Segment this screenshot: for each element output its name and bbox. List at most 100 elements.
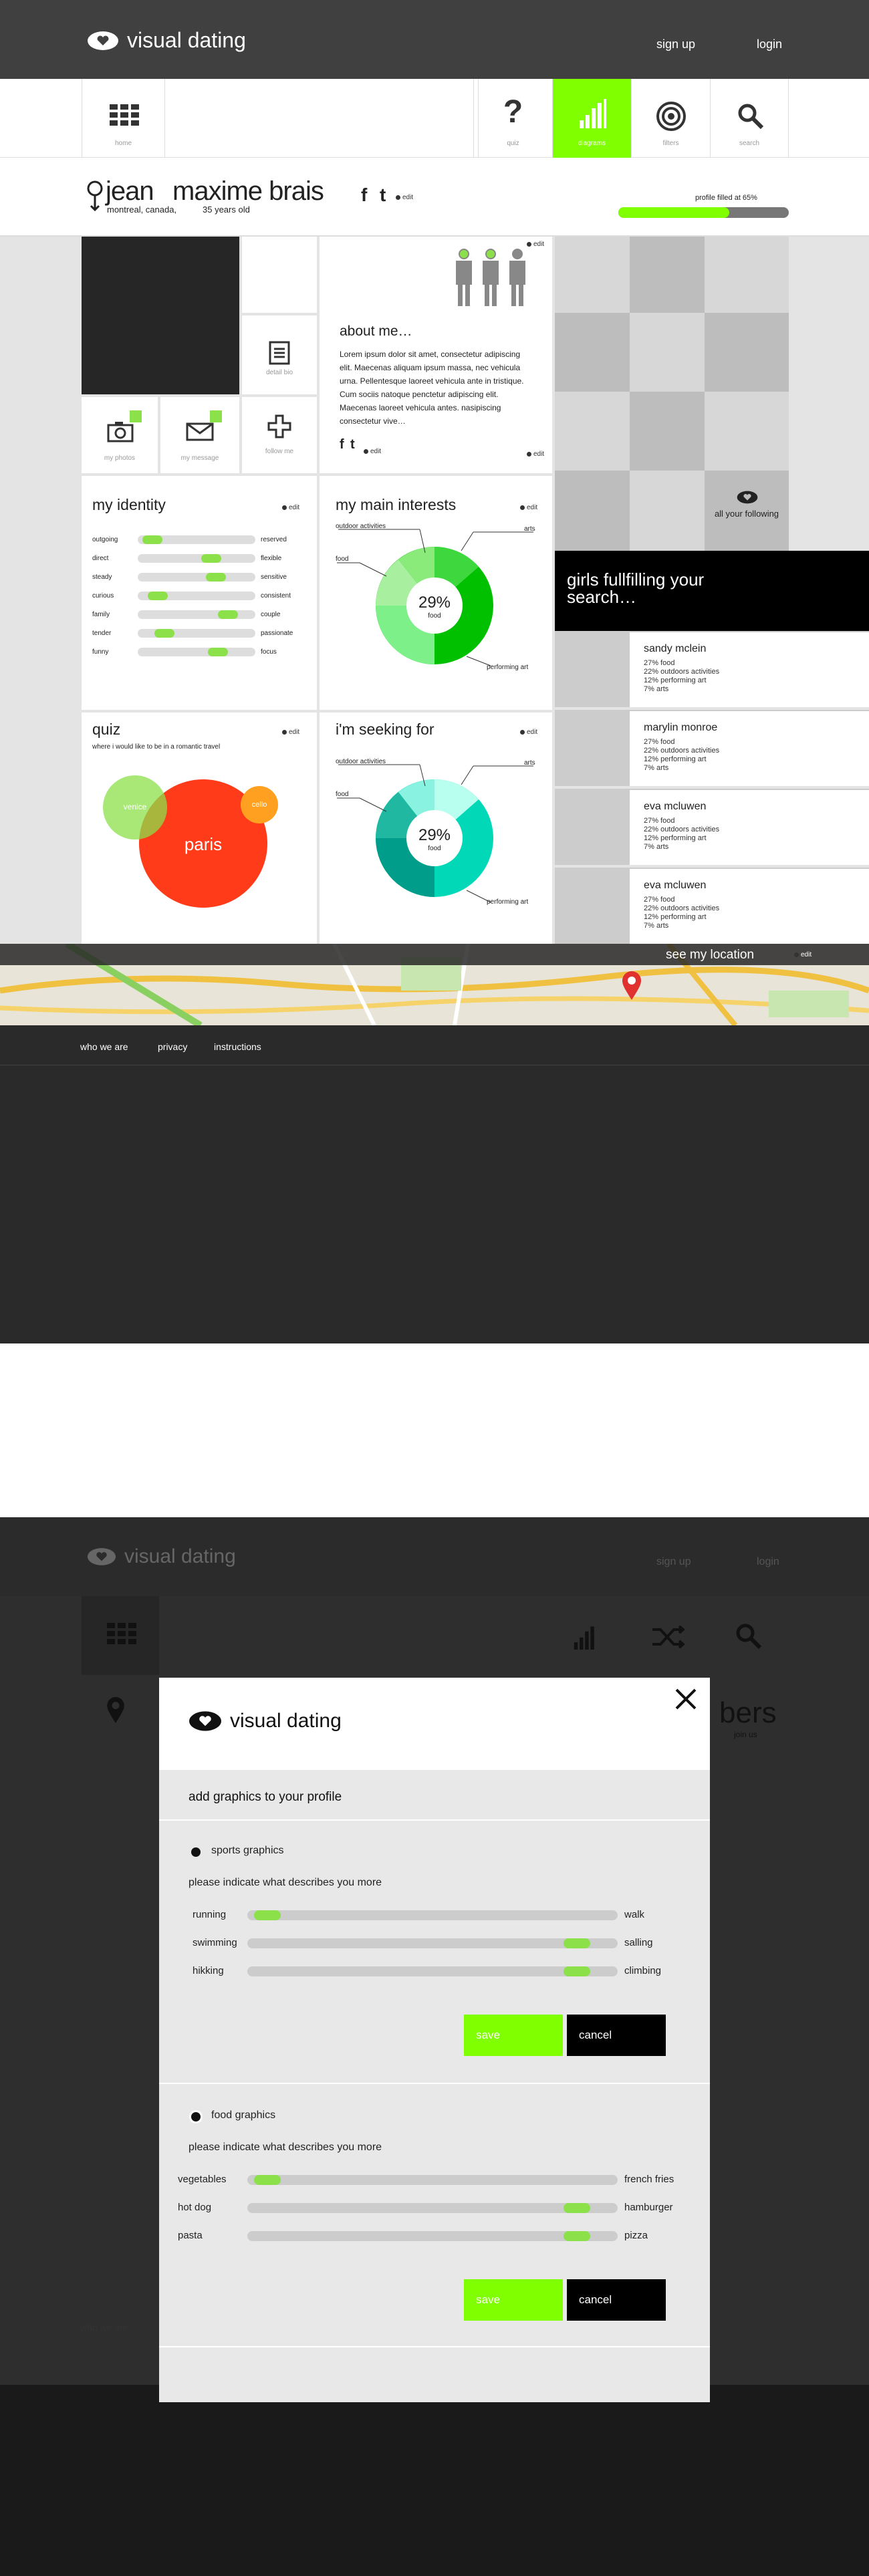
result-name: eva mcluwen [644,880,707,891]
identity-slider-knob[interactable] [147,592,168,600]
sports-slider[interactable] [247,1938,618,1948]
identity-slider[interactable] [138,610,255,619]
food-slider[interactable] [247,2231,618,2241]
food-slider-knob[interactable] [563,2231,590,2241]
food-slider-knob[interactable] [254,2175,281,2185]
see-location-label[interactable]: see my location [666,948,754,962]
identity-slider-knob[interactable] [217,610,238,619]
thumb-tile[interactable] [705,313,789,392]
identity-right-label: passionate [261,630,293,637]
thumb-tile[interactable] [630,237,705,313]
sports-slider[interactable] [247,1910,618,1920]
profile-photo[interactable] [82,237,239,394]
identity-slider[interactable] [138,648,255,656]
about-facebook-icon[interactable]: f [340,437,344,453]
food-radio-icon[interactable] [191,2112,201,2121]
sports-slider-knob[interactable] [563,1938,590,1948]
quiz-edit[interactable]: edit [282,729,299,736]
result-item[interactable]: eva mcluwen 27% food 22% outdoors activiti… [555,868,869,944]
identity-slider[interactable] [138,535,255,544]
map-edit[interactable]: edit [794,951,812,958]
thumb-tile[interactable] [630,471,705,551]
identity-edit[interactable]: edit [282,504,299,511]
identity-slider[interactable] [138,629,255,638]
thumb-tile[interactable] [555,392,630,471]
result-item[interactable]: sandy mclein 27% food 22% outdoors activit… [555,631,869,707]
footer-privacy-link[interactable]: privacy [158,1041,187,1052]
about-edit-top[interactable]: edit [527,241,544,248]
result-item[interactable]: marylin monroe 27% food 22% outdoors activ… [555,710,869,786]
identity-slider-knob[interactable] [142,535,163,544]
twitter-icon[interactable]: t [380,184,386,206]
result-stat: 12% performing art [644,913,707,921]
tab-search-label: search [739,140,759,147]
result-photo[interactable] [555,632,630,707]
follow-me-tile[interactable]: follow me [242,397,317,473]
result-stat: 22% outdoors activities [644,747,720,755]
result-item[interactable]: eva mcluwen 27% food 22% outdoors activiti… [555,789,869,865]
heart-eye-icon [88,31,118,50]
signup-link[interactable]: sign up [656,37,695,51]
sports-slider[interactable] [247,1966,618,1976]
my-message-tile[interactable]: my message [160,397,239,473]
identity-right-label: reserved [261,536,287,543]
tab-quiz[interactable]: ? quiz [473,79,552,158]
about-title: about me… [340,324,412,339]
identity-slider-knob[interactable] [201,554,221,563]
food-slider[interactable] [247,2203,618,2213]
login-link[interactable]: login [757,37,782,51]
thumb-tile[interactable] [705,392,789,471]
identity-slider[interactable] [138,573,255,582]
sports-slider-knob[interactable] [563,1966,590,1976]
following-tile[interactable]: all your following [705,471,789,551]
food-cancel-button[interactable]: cancel [567,2279,666,2321]
result-photo[interactable] [555,790,630,865]
my-photos-tile[interactable]: my photos [82,397,158,473]
search-icon [738,104,764,130]
identity-slider-knob[interactable] [208,648,229,656]
identity-slider[interactable] [138,592,255,600]
thumb-tile[interactable] [630,392,705,471]
about-edit-right[interactable]: edit [527,450,544,458]
identity-slider-knob[interactable] [154,629,174,638]
thumb-tile[interactable] [555,471,630,551]
thumb-tile[interactable] [705,237,789,313]
close-icon[interactable] [674,1687,698,1711]
sports-right-label: salling [624,1937,653,1948]
thumb-tile[interactable] [555,237,630,313]
about-twitter-icon[interactable]: t [350,437,355,453]
food-slider[interactable] [247,2175,618,2185]
seeking-food-label: food [336,791,349,798]
result-stat: 7% arts [644,685,669,693]
footer-instructions-link[interactable]: instructions [214,1041,261,1052]
tab-search[interactable]: search [710,79,789,158]
location-map[interactable]: see my location edit [0,944,869,1025]
facebook-icon[interactable]: f [361,184,367,206]
tab-diagrams[interactable]: diagrams [552,79,631,158]
sports-cancel-button[interactable]: cancel [567,2015,666,2056]
profile-progress [618,207,789,218]
result-name: eva mcluwen [644,801,707,812]
result-photo[interactable] [555,711,630,786]
tab-filters[interactable]: filters [631,79,710,158]
sports-slider-knob[interactable] [254,1910,281,1920]
result-photo[interactable] [555,869,630,944]
food-slider-knob[interactable] [563,2203,590,2213]
brand-logo[interactable]: visual dating [87,28,246,53]
result-stat: 22% outdoors activities [644,825,720,833]
sports-save-button[interactable]: save [464,2015,563,2056]
sports-radio-icon[interactable] [191,1847,201,1857]
tab-home[interactable]: home [82,79,164,158]
about-edit-left[interactable]: edit [364,448,381,455]
identity-slider-knob[interactable] [206,573,227,582]
detail-bio-tile[interactable]: detail bio [242,315,317,394]
detail-bio-label: detail bio [265,369,293,376]
food-save-button[interactable]: save [464,2279,563,2321]
identity-right-label: consistent [261,592,291,600]
about-panel: edit about me… Lorem ipsum dolor sit ame… [320,237,552,473]
footer-who-link[interactable]: who we are [80,1041,128,1052]
identity-slider[interactable] [138,554,255,563]
thumb-tile[interactable] [555,313,630,392]
thumb-tile[interactable] [630,313,705,392]
profile-edit[interactable]: edit [396,194,413,201]
